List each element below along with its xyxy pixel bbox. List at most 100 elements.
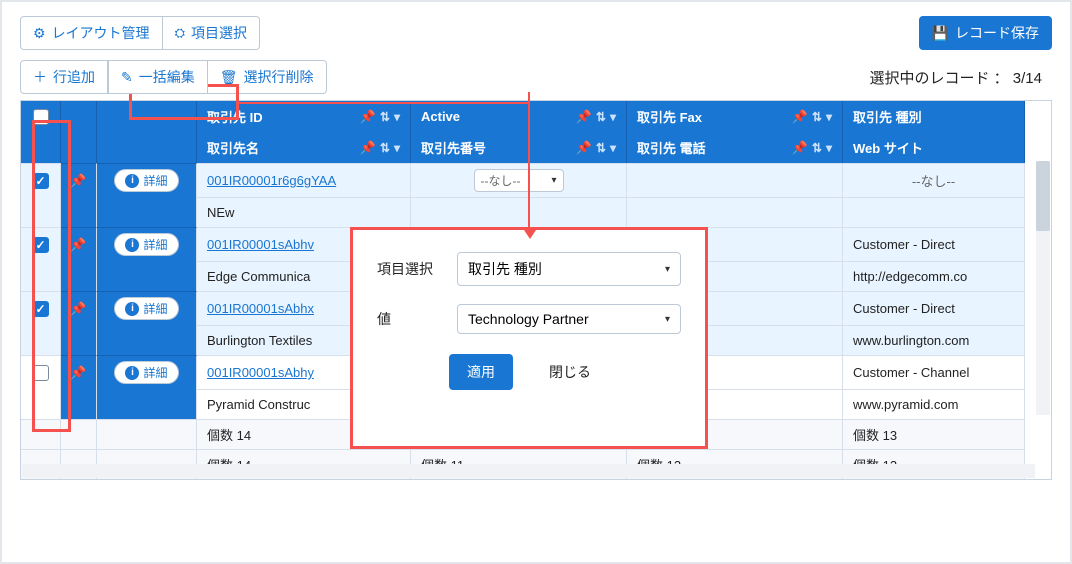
- cell-account-id[interactable]: 001IR00001r6g6gYAA: [197, 163, 411, 197]
- select-all-checkbox[interactable]: [33, 109, 49, 125]
- layout-manage-button[interactable]: ⚙ レイアウト管理: [20, 16, 163, 50]
- cell-active[interactable]: --なし--▾: [411, 163, 627, 197]
- detail-button-label: 詳細: [143, 172, 167, 189]
- header-phone[interactable]: 取引先 電話 📌 ⇅ ▾: [627, 132, 843, 163]
- header-number[interactable]: 取引先番号 📌 ⇅ ▾: [411, 132, 627, 163]
- summary-chk: [21, 419, 61, 449]
- dialog-value-select[interactable]: Technology Partner ▾: [457, 304, 681, 334]
- header-fax[interactable]: 取引先 Fax 📌 ⇅ ▾: [627, 101, 843, 132]
- active-select-value: --なし--: [481, 172, 521, 189]
- add-row-button[interactable]: ＋ 行追加: [20, 60, 108, 94]
- row-pin-cell[interactable]: 📌: [61, 355, 97, 389]
- row-pin-cell[interactable]: 📌: [61, 227, 97, 261]
- row-pin-cell[interactable]: 📌: [61, 291, 97, 325]
- sort-icon: ⇅: [380, 110, 390, 124]
- cell-type[interactable]: --なし--: [843, 163, 1025, 197]
- header-type[interactable]: 取引先 種別: [843, 101, 1025, 132]
- detail-button-label: 詳細: [143, 236, 167, 253]
- header-active[interactable]: Active 📌 ⇅ ▾: [411, 101, 627, 132]
- header-phone-label: 取引先 電話: [637, 138, 706, 157]
- sort-icon: ⇅: [596, 110, 606, 124]
- cell-type[interactable]: Customer - Channel: [843, 355, 1025, 389]
- detail-button[interactable]: i詳細: [114, 297, 178, 320]
- cell-web[interactable]: http://edgecomm.co: [843, 261, 1025, 291]
- detail-button[interactable]: i詳細: [114, 233, 178, 256]
- table-header-row-2: 取引先名 📌 ⇅ ▾ 取引先番号 📌 ⇅ ▾ 取引先 電話 📌: [21, 132, 1051, 163]
- edit-icon: ✎: [121, 69, 133, 86]
- chevron-down-icon: ▾: [665, 264, 670, 275]
- bulk-edit-button[interactable]: ✎ 一括編集: [108, 60, 208, 94]
- selected-count: 選択中のレコード ： 3/14: [869, 67, 1052, 88]
- cell-type[interactable]: Customer - Direct: [843, 227, 1025, 261]
- pin-icon: 📌: [70, 173, 86, 189]
- row-checkbox-cell: [21, 355, 61, 389]
- row-checkbox-cell: [21, 227, 61, 261]
- cell-web[interactable]: [843, 197, 1025, 227]
- row-detail-cell: i詳細: [97, 163, 197, 197]
- header-web[interactable]: Web サイト: [843, 132, 1025, 163]
- pin-icon: 📌: [360, 109, 376, 125]
- pin-icon: 📌: [792, 109, 808, 125]
- dialog-value-row: 値 Technology Partner ▾: [377, 304, 681, 334]
- row-pin-cell[interactable]: 📌: [61, 163, 97, 197]
- row-checkbox[interactable]: [33, 237, 49, 253]
- pin-icon: 📌: [576, 109, 592, 125]
- row-detail-cell: i詳細: [97, 291, 197, 325]
- header-id[interactable]: 取引先 ID 📌 ⇅ ▾: [197, 101, 411, 132]
- item-select-button[interactable]: ⛭ 項目選択: [163, 16, 260, 50]
- scrollbar-vertical-thumb[interactable]: [1036, 161, 1050, 231]
- sort-icon: ⇅: [596, 141, 606, 155]
- cell-type[interactable]: Customer - Direct: [843, 291, 1025, 325]
- header-name-controls[interactable]: 📌 ⇅ ▾: [360, 140, 400, 156]
- header-pin-cell: [61, 101, 97, 132]
- header-type-label: 取引先 種別: [853, 107, 922, 126]
- dialog-apply-button[interactable]: 適用: [449, 354, 513, 390]
- toolbar-group-layout: ⚙ レイアウト管理 ⛭ 項目選択: [20, 16, 260, 50]
- dialog-close-button[interactable]: 閉じる: [531, 354, 609, 390]
- dialog-field-row: 項目選択 取引先 種別 ▾: [377, 252, 681, 286]
- row-checkbox-cell-b: [21, 197, 61, 227]
- pin-icon: 📌: [792, 140, 808, 156]
- detail-button[interactable]: i詳細: [114, 361, 178, 384]
- record-save-button[interactable]: 💾 レコード保存: [919, 16, 1052, 50]
- row-detail-cell: i詳細: [97, 355, 197, 389]
- cell-web[interactable]: www.pyramid.com: [843, 389, 1025, 419]
- table-row: 📌i詳細001IR00001r6g6gYAA--なし--▾--なし--: [21, 163, 1051, 197]
- header-name-label: 取引先名: [207, 138, 259, 157]
- row-checkbox[interactable]: [33, 301, 49, 317]
- scrollbar-horizontal[interactable]: [22, 464, 1035, 478]
- row-detail-cell-b: [97, 325, 197, 355]
- chevron-down-icon: ▾: [665, 314, 670, 325]
- row-checkbox-cell-b: [21, 325, 61, 355]
- bulk-edit-label: 一括編集: [139, 67, 195, 87]
- cell-account-name[interactable]: NEw: [197, 197, 411, 227]
- summary-detail: [97, 419, 197, 449]
- row-pin-cell-b: [61, 197, 97, 227]
- dialog-field-label: 項目選択: [377, 259, 443, 279]
- row-checkbox[interactable]: [33, 173, 49, 189]
- cell-number[interactable]: [411, 197, 627, 227]
- header-checkbox-cell: [21, 101, 61, 132]
- table-row: NEw: [21, 197, 1051, 227]
- header-fax-controls[interactable]: 📌 ⇅ ▾: [792, 109, 832, 125]
- layout-manage-label: レイアウト管理: [52, 23, 150, 43]
- row-detail-cell-b: [97, 197, 197, 227]
- detail-button[interactable]: i詳細: [114, 169, 178, 192]
- connector-v: [528, 92, 530, 229]
- cell-fax[interactable]: [627, 163, 843, 197]
- header-name[interactable]: 取引先名 📌 ⇅ ▾: [197, 132, 411, 163]
- cell-web[interactable]: www.burlington.com: [843, 325, 1025, 355]
- header-phone-controls[interactable]: 📌 ⇅ ▾: [792, 140, 832, 156]
- active-select[interactable]: --なし--▾: [474, 169, 564, 192]
- pin-icon: 📌: [70, 365, 86, 381]
- cell-phone[interactable]: [627, 197, 843, 227]
- bulk-edit-dialog: 項目選択 取引先 種別 ▾ 値 Technology Partner ▾ 適用 …: [350, 227, 708, 449]
- delete-selected-button[interactable]: 🗑 選択行削除: [208, 60, 327, 94]
- row-pin-cell-b: [61, 389, 97, 419]
- delete-selected-label: 選択行削除: [244, 67, 314, 87]
- header-number-controls[interactable]: 📌 ⇅ ▾: [576, 140, 616, 156]
- header-active-controls[interactable]: 📌 ⇅ ▾: [576, 109, 616, 125]
- dialog-field-select[interactable]: 取引先 種別 ▾: [457, 252, 681, 286]
- row-checkbox[interactable]: [33, 365, 49, 381]
- header-id-controls[interactable]: 📌 ⇅ ▾: [360, 109, 400, 125]
